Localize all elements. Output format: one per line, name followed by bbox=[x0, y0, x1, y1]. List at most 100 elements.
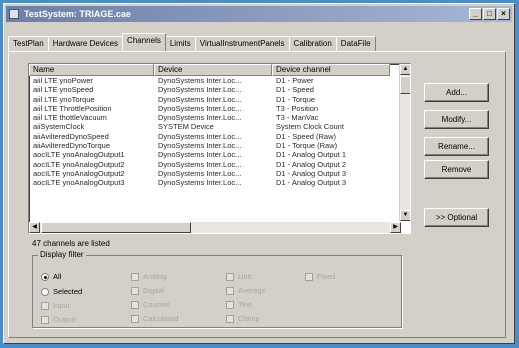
app-icon bbox=[9, 9, 19, 19]
cell-name: aiiAvilteredDynoSpeed bbox=[33, 131, 109, 141]
maximize-button[interactable]: □ bbox=[483, 8, 496, 20]
check-output[interactable]: Output bbox=[41, 315, 76, 324]
radio-all-indicator[interactable] bbox=[41, 272, 49, 281]
cell-device-channel: D1 - Torque bbox=[276, 94, 316, 104]
cell-name: aiil LTE ynoPower bbox=[33, 76, 93, 85]
tab-virtual-instrument-panels[interactable]: VirtualInstrumentPanels bbox=[194, 36, 290, 51]
scroll-down-icon[interactable]: ▼ bbox=[400, 210, 410, 221]
check-digital[interactable]: Digital bbox=[131, 286, 164, 295]
horizontal-scroll-thumb[interactable] bbox=[41, 222, 191, 233]
check-input[interactable]: Input bbox=[41, 301, 70, 310]
check-average[interactable]: Average bbox=[226, 286, 266, 295]
cell-device: DynoSystems Inter.Loc... bbox=[158, 150, 242, 160]
table-row[interactable]: aiil LTE thottleVacuum DynoSystems Inter.… bbox=[29, 113, 410, 122]
rename-button[interactable]: Rename... bbox=[424, 137, 489, 156]
cell-name: aiiSystemClock bbox=[33, 122, 85, 132]
tab-calibration[interactable]: Calibration bbox=[288, 36, 337, 51]
check-text[interactable]: Text bbox=[226, 300, 252, 309]
check-clamp-label: Clamp bbox=[238, 314, 260, 323]
table-row[interactable]: aiiSystemClock SYSTEM Device System Clock … bbox=[29, 122, 410, 131]
add-button[interactable]: Add... bbox=[424, 83, 489, 102]
table-row[interactable]: aiil LTE ThrottlePosition DynoSystems Int… bbox=[29, 104, 410, 113]
column-header-device[interactable]: Device bbox=[154, 64, 272, 76]
display-filter-group: Display filter All Selected Input Output… bbox=[32, 250, 402, 328]
radio-selected-label: Selected bbox=[53, 287, 83, 296]
scroll-left-icon[interactable]: ◀ bbox=[29, 222, 40, 233]
table-row[interactable]: aocILTE ynoAnalogOutput3 DynoSystems Inte… bbox=[29, 178, 410, 187]
cell-device-channel: D1 - Speed (Raw) bbox=[276, 131, 337, 141]
cell-name: aiil LTE thottleVacuum bbox=[33, 113, 107, 123]
cell-device-channel: D1 - Analog Output 3 bbox=[276, 168, 347, 178]
check-clamp[interactable]: Clamp bbox=[226, 314, 260, 323]
check-analog-label: Analog bbox=[143, 272, 167, 281]
check-output-label: Output bbox=[53, 315, 76, 324]
check-output-box[interactable] bbox=[41, 315, 49, 324]
table-row[interactable]: aocILTE ynoAnalogOutput2 DynoSystems Inte… bbox=[29, 160, 410, 169]
tab-datafile[interactable]: DataFile bbox=[335, 36, 376, 51]
title-bar[interactable]: TestSystem: TRIAGE.cae _ □ × bbox=[6, 6, 512, 22]
check-average-box[interactable] bbox=[226, 286, 234, 295]
check-input-box[interactable] bbox=[41, 301, 49, 310]
check-fixed[interactable]: Fixed bbox=[305, 272, 335, 281]
check-calculated[interactable]: Calculated bbox=[131, 314, 178, 323]
tab-limits[interactable]: Limits bbox=[164, 36, 196, 51]
column-header-device-channel[interactable]: Device channel bbox=[272, 64, 390, 76]
radio-all-label: All bbox=[53, 272, 62, 281]
cell-device: DynoSystems Inter.Loc... bbox=[158, 103, 242, 113]
display-filter-title: Display filter bbox=[38, 250, 86, 259]
modify-button[interactable]: Modify... bbox=[424, 110, 489, 129]
optional-button[interactable]: >> Optional bbox=[424, 208, 489, 227]
cell-device: SYSTEM Device bbox=[158, 122, 214, 132]
cell-device-channel: T3 - Position bbox=[276, 103, 319, 113]
cell-name: aiiAvilteredDynoTorque bbox=[33, 141, 110, 151]
cell-device: DynoSystems Inter.Loc... bbox=[158, 168, 242, 178]
scroll-right-icon[interactable]: ▶ bbox=[390, 222, 401, 233]
table-row[interactable]: aiiAvilteredDynoSpeed DynoSystems Inter.L… bbox=[29, 132, 410, 141]
radio-selected-indicator[interactable] bbox=[41, 287, 49, 296]
tab-testplan[interactable]: TestPlan bbox=[8, 36, 49, 51]
tab-hardware-devices[interactable]: Hardware Devices bbox=[47, 36, 124, 51]
title-buttons: _ □ × bbox=[469, 8, 510, 20]
tab-channels[interactable]: Channels bbox=[122, 33, 166, 51]
table-row[interactable]: aiiAvilteredDynoTorque DynoSystems Inter.… bbox=[29, 141, 410, 150]
check-clamp-box[interactable] bbox=[226, 314, 234, 323]
channel-count-label: 47 channels are listed bbox=[32, 239, 110, 248]
table-row[interactable]: aocILTE ynoAnalogOutput2 DynoSystems Inte… bbox=[29, 169, 410, 178]
radio-all[interactable]: All bbox=[41, 272, 61, 281]
check-input-label: Input bbox=[53, 301, 70, 310]
radio-selected[interactable]: Selected bbox=[41, 287, 82, 296]
table-row[interactable]: aiil LTE ynoPower DynoSystems Inter.Loc..… bbox=[29, 76, 410, 85]
horizontal-scrollbar[interactable]: ◀ ▶ bbox=[29, 222, 401, 233]
check-unit-box[interactable] bbox=[226, 272, 234, 281]
cell-device: DynoSystems Inter.Loc... bbox=[158, 141, 242, 151]
check-counter[interactable]: Counter bbox=[131, 300, 170, 309]
check-text-label: Text bbox=[238, 300, 252, 309]
table-row[interactable]: aiil LTE ynoSpeed DynoSystems Inter.Loc..… bbox=[29, 85, 410, 94]
cell-name: aiil LTE ynoTorque bbox=[33, 94, 95, 104]
check-digital-box[interactable] bbox=[131, 286, 139, 295]
check-calculated-box[interactable] bbox=[131, 314, 139, 323]
check-analog[interactable]: Analog bbox=[131, 272, 166, 281]
table-row[interactable]: aocILTE ynoAnalogOutput1 DynoSystems Inte… bbox=[29, 150, 410, 159]
table-row[interactable]: aiil LTE ynoTorque DynoSystems Inter.Loc.… bbox=[29, 95, 410, 104]
cell-device: DynoSystems Inter.Loc... bbox=[158, 178, 242, 188]
remove-button[interactable]: Remove bbox=[424, 160, 489, 179]
channel-list[interactable]: Name Device Device channel aiil LTE ynoP… bbox=[28, 63, 411, 234]
window-title: TestSystem: TRIAGE.cae bbox=[24, 9, 131, 19]
scroll-up-icon[interactable]: ▲ bbox=[400, 64, 410, 75]
minimize-button[interactable]: _ bbox=[469, 8, 482, 20]
cell-device-channel: D1 - Analog Output 3 bbox=[276, 178, 347, 188]
cell-name: aocILTE ynoAnalogOutput2 bbox=[33, 168, 125, 178]
check-text-box[interactable] bbox=[226, 300, 234, 309]
check-unit[interactable]: Unit bbox=[226, 272, 251, 281]
column-header-name[interactable]: Name bbox=[29, 64, 154, 76]
cell-device-channel: D1 - Analog Output 2 bbox=[276, 159, 347, 169]
close-button[interactable]: × bbox=[497, 8, 510, 20]
list-rows: aiil LTE ynoPower DynoSystems Inter.Loc..… bbox=[29, 76, 410, 188]
check-fixed-box[interactable] bbox=[305, 272, 313, 281]
vertical-scroll-thumb[interactable] bbox=[400, 76, 410, 94]
check-analog-box[interactable] bbox=[131, 272, 139, 281]
check-counter-box[interactable] bbox=[131, 300, 139, 309]
vertical-scrollbar[interactable]: ▲ ▼ bbox=[399, 64, 410, 221]
cell-device-channel: D1 - Speed bbox=[276, 85, 314, 95]
